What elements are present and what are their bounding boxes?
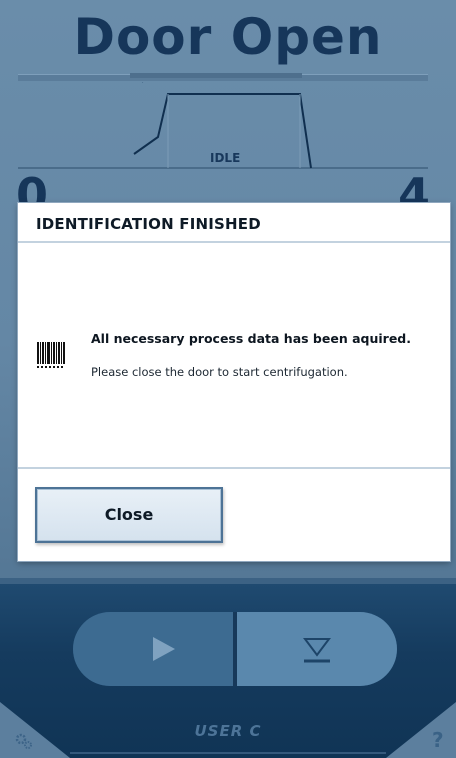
close-button[interactable]: Close (35, 487, 223, 543)
user-underline (70, 752, 386, 754)
identification-dialog: IDENTIFICATION FINISHED All necessary pr… (18, 203, 450, 561)
dialog-message-sub: Please close the door to start centrifug… (91, 365, 348, 379)
start-button[interactable] (73, 612, 233, 686)
dialog-title: IDENTIFICATION FINISHED (36, 215, 261, 233)
timeline-progress (130, 73, 302, 78)
stop-button[interactable] (237, 612, 397, 686)
dialog-message-main: All necessary process data has been aqui… (91, 331, 411, 346)
play-icon (153, 637, 175, 661)
dialog-header: IDENTIFICATION FINISHED (18, 203, 450, 243)
barcode-icon (37, 342, 65, 368)
dialog-footer-divider (18, 467, 450, 469)
stop-icon (303, 638, 331, 663)
phase-label: IDLE (210, 151, 241, 165)
help-icon[interactable]: ? (432, 728, 444, 752)
run-control-pill (73, 612, 397, 686)
user-label: USER C (194, 722, 262, 740)
status-title: Door Open (73, 8, 383, 66)
